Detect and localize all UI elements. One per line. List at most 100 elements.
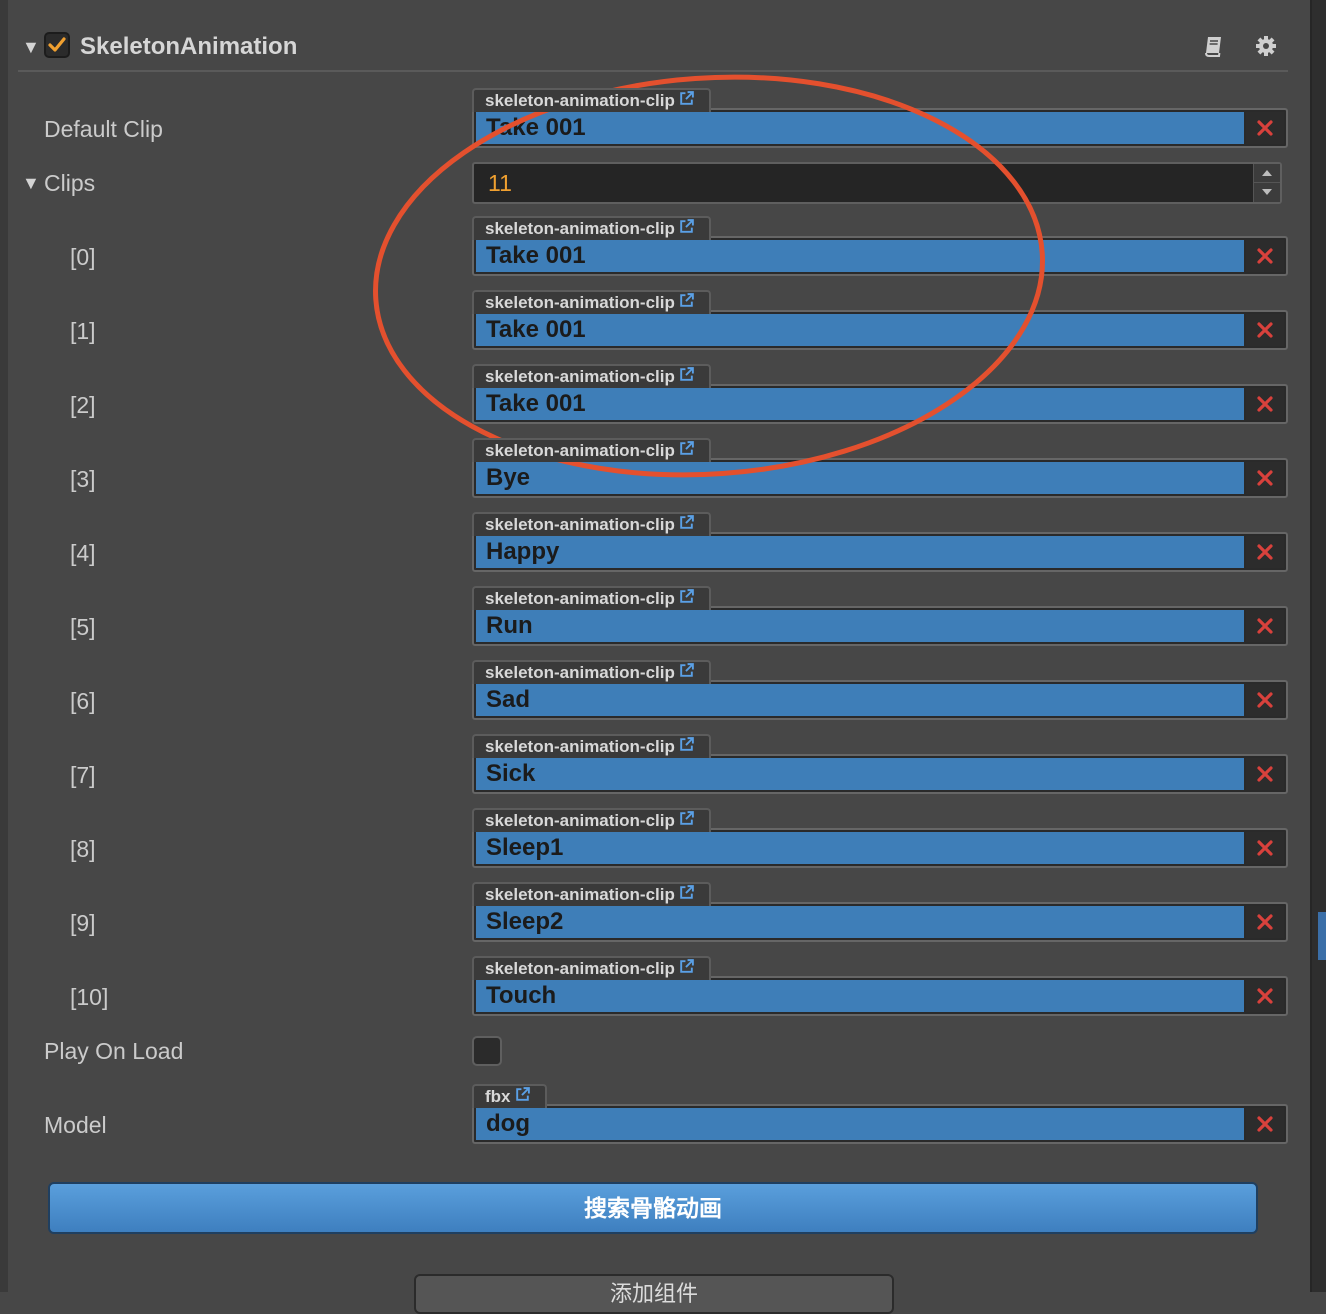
clip-index: [4] [70,540,96,566]
asset-value: Sad [476,684,1244,716]
asset-value: Take 001 [476,240,1244,272]
asset-type-tag: skeleton-animation-clip [472,660,711,684]
asset-type-tag: skeleton-animation-clip [472,364,711,388]
chevron-down-icon [1262,189,1272,195]
asset-field-box[interactable]: Sick [472,754,1288,794]
skeleton-animation-inspector: ▼ SkeletonAnimation Default Clip skeleto… [0,0,1326,1314]
asset-value: Bye [476,462,1244,494]
asset-field-box[interactable]: Sleep1 [472,828,1288,868]
external-link-icon[interactable] [678,736,695,753]
clip-asset-field[interactable]: skeleton-animation-clip Run [472,586,1288,646]
clip-asset-field[interactable]: skeleton-animation-clip Take 001 [472,290,1288,350]
clear-asset-button[interactable] [1246,1108,1284,1140]
external-link-icon[interactable] [678,440,695,457]
clips-collapse-arrow-icon[interactable]: ▼ [22,174,40,192]
clip-asset-field[interactable]: skeleton-animation-clip Sleep1 [472,808,1288,868]
clip-index: [7] [70,762,96,788]
model-asset-field[interactable]: fbx dog [472,1084,1288,1144]
asset-value: Happy [476,536,1244,568]
asset-value: dog [476,1108,1244,1140]
clear-asset-button[interactable] [1246,240,1284,272]
asset-field-box[interactable]: Run [472,606,1288,646]
clip-index: [1] [70,318,96,344]
close-icon [1257,120,1273,136]
asset-field-box[interactable]: Take 001 [472,310,1288,350]
asset-value: Touch [476,980,1244,1012]
asset-type-tag: skeleton-animation-clip [472,808,711,832]
clip-asset-field[interactable]: skeleton-animation-clip Happy [472,512,1288,572]
asset-field-box[interactable]: Sad [472,680,1288,720]
clip-index: [2] [70,392,96,418]
asset-field-box[interactable]: dog [472,1104,1288,1144]
stepper-up-button[interactable] [1254,164,1280,183]
component-enable-checkbox[interactable] [44,32,70,58]
clear-asset-button[interactable] [1246,462,1284,494]
external-link-icon[interactable] [678,90,695,107]
clip-asset-field[interactable]: skeleton-animation-clip Sick [472,734,1288,794]
external-link-icon[interactable] [678,292,695,309]
external-link-icon[interactable] [678,810,695,827]
close-icon [1257,470,1273,486]
external-link-icon[interactable] [678,588,695,605]
asset-field-box[interactable]: Take 001 [472,384,1288,424]
external-link-icon[interactable] [678,662,695,679]
book-icon[interactable] [1202,34,1226,58]
scrollbar-track[interactable] [1310,0,1326,1292]
clear-asset-button[interactable] [1246,610,1284,642]
clip-asset-field[interactable]: skeleton-animation-clip Take 001 [472,364,1288,424]
external-link-icon[interactable] [678,366,695,383]
scrollbar-accent [1318,912,1326,960]
chevron-up-icon [1262,170,1272,176]
check-icon [48,37,66,52]
asset-field-box[interactable]: Touch [472,976,1288,1016]
close-icon [1257,766,1273,782]
clear-asset-button[interactable] [1246,314,1284,346]
clip-index: [3] [70,466,96,492]
asset-field-box[interactable]: Take 001 [472,236,1288,276]
asset-type-tag: skeleton-animation-clip [472,216,711,240]
asset-field-box[interactable]: Happy [472,532,1288,572]
clear-asset-button[interactable] [1246,536,1284,568]
external-link-icon[interactable] [678,514,695,531]
clear-asset-button[interactable] [1246,906,1284,938]
close-icon [1257,396,1273,412]
asset-field-box[interactable]: Take 001 [472,108,1288,148]
clear-asset-button[interactable] [1246,758,1284,790]
add-component-button[interactable]: 添加组件 [414,1274,894,1314]
clips-count-value: 11 [488,170,512,196]
asset-value: Take 001 [476,112,1244,144]
asset-value: Run [476,610,1244,642]
external-link-icon[interactable] [678,958,695,975]
clear-asset-button[interactable] [1246,112,1284,144]
clear-asset-button[interactable] [1246,832,1284,864]
clear-asset-button[interactable] [1246,388,1284,420]
collapse-arrow-icon[interactable]: ▼ [22,38,40,56]
default-clip-asset-field[interactable]: skeleton-animation-clip Take 001 [472,88,1288,148]
external-link-icon[interactable] [678,884,695,901]
asset-value: Sleep2 [476,906,1244,938]
clip-asset-field[interactable]: skeleton-animation-clip Sad [472,660,1288,720]
clear-asset-button[interactable] [1246,684,1284,716]
search-skeleton-animation-button[interactable]: 搜索骨骼动画 [48,1182,1258,1234]
external-link-icon[interactable] [678,218,695,235]
clips-count-stepper[interactable] [1253,164,1280,202]
asset-value: Sleep1 [476,832,1244,864]
clip-index: [6] [70,688,96,714]
clip-asset-field[interactable]: skeleton-animation-clip Sleep2 [472,882,1288,942]
clear-asset-button[interactable] [1246,980,1284,1012]
close-icon [1257,914,1273,930]
asset-type-tag: skeleton-animation-clip [472,88,711,112]
clip-asset-field[interactable]: skeleton-animation-clip Touch [472,956,1288,1016]
close-icon [1257,840,1273,856]
asset-field-box[interactable]: Bye [472,458,1288,498]
clips-count-input[interactable]: 11 [472,162,1282,204]
asset-type-tag: skeleton-animation-clip [472,438,711,462]
clip-asset-field[interactable]: skeleton-animation-clip Bye [472,438,1288,498]
asset-field-box[interactable]: Sleep2 [472,902,1288,942]
gear-icon[interactable] [1254,34,1278,58]
play-on-load-checkbox[interactable] [472,1036,502,1066]
clip-asset-field[interactable]: skeleton-animation-clip Take 001 [472,216,1288,276]
stepper-down-button[interactable] [1254,183,1280,202]
external-link-icon[interactable] [514,1086,531,1103]
asset-type-tag: skeleton-animation-clip [472,586,711,610]
